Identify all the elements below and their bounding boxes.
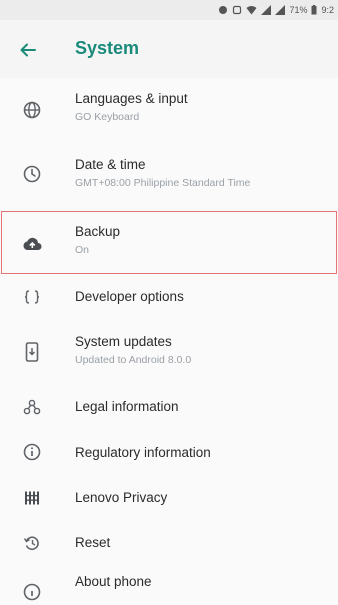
info-icon bbox=[20, 440, 44, 464]
clock-icon bbox=[20, 162, 44, 186]
settings-item-regulatory-information[interactable]: Regulatory information bbox=[0, 430, 338, 476]
settings-item-title: Reset bbox=[75, 535, 111, 550]
battery-percent: 71% bbox=[289, 5, 308, 15]
wifi-icon bbox=[246, 5, 257, 15]
settings-item-title: System updates bbox=[75, 334, 172, 349]
settings-item-title: Regulatory information bbox=[75, 445, 211, 460]
app-bar: System bbox=[0, 20, 338, 78]
settings-item-title: Backup bbox=[75, 224, 121, 239]
braces-icon bbox=[20, 285, 44, 309]
settings-item-about-phone[interactable]: About phone bbox=[0, 566, 338, 601]
settings-item-system-updates[interactable]: System updates Updated to Android 8.0.0 bbox=[0, 320, 338, 385]
settings-item-backup[interactable]: Backup On bbox=[0, 210, 338, 275]
settings-item-subtitle: On bbox=[75, 244, 90, 256]
settings-item-title: Date & time bbox=[75, 157, 146, 172]
settings-item-subtitle: GMT+08:00 Philippine Standard Time bbox=[75, 177, 251, 189]
phone-info-icon bbox=[20, 580, 44, 604]
settings-item-reset[interactable]: Reset bbox=[0, 521, 338, 566]
signal-icon bbox=[261, 5, 272, 15]
settings-item-subtitle: GO Keyboard bbox=[75, 111, 140, 123]
legal-icon bbox=[20, 395, 44, 419]
settings-item-title: About phone bbox=[75, 574, 152, 589]
settings-list: Languages & input GO Keyboard Date & tim… bbox=[0, 78, 338, 601]
system-update-icon bbox=[20, 340, 44, 364]
settings-item-subtitle: Updated to Android 8.0.0 bbox=[75, 354, 192, 366]
privacy-grid-icon bbox=[20, 486, 44, 510]
settings-item-languages[interactable]: Languages & input GO Keyboard bbox=[0, 78, 338, 140]
reset-icon bbox=[20, 531, 44, 555]
notification-icon bbox=[232, 5, 242, 15]
globe-icon bbox=[20, 98, 44, 122]
settings-item-title: Developer options bbox=[75, 289, 184, 304]
settings-item-lenovo-privacy[interactable]: Lenovo Privacy bbox=[0, 476, 338, 521]
settings-item-title: Lenovo Privacy bbox=[75, 490, 168, 505]
sync-icon bbox=[218, 5, 228, 15]
settings-item-developer-options[interactable]: Developer options bbox=[0, 275, 338, 320]
status-bar: 71% 9:2 bbox=[0, 0, 338, 20]
settings-item-title: Legal information bbox=[75, 399, 179, 414]
settings-item-title: Languages & input bbox=[75, 91, 188, 106]
settings-item-legal-information[interactable]: Legal information bbox=[0, 385, 338, 430]
page-title: System bbox=[75, 38, 140, 58]
settings-item-date-time[interactable]: Date & time GMT+08:00 Philippine Standar… bbox=[0, 140, 338, 210]
clock-time: 9:2 bbox=[321, 5, 334, 15]
cloud-upload-icon bbox=[20, 231, 44, 255]
back-arrow-icon[interactable] bbox=[18, 40, 38, 60]
signal-icon-2 bbox=[275, 5, 286, 15]
battery-icon bbox=[311, 5, 317, 15]
